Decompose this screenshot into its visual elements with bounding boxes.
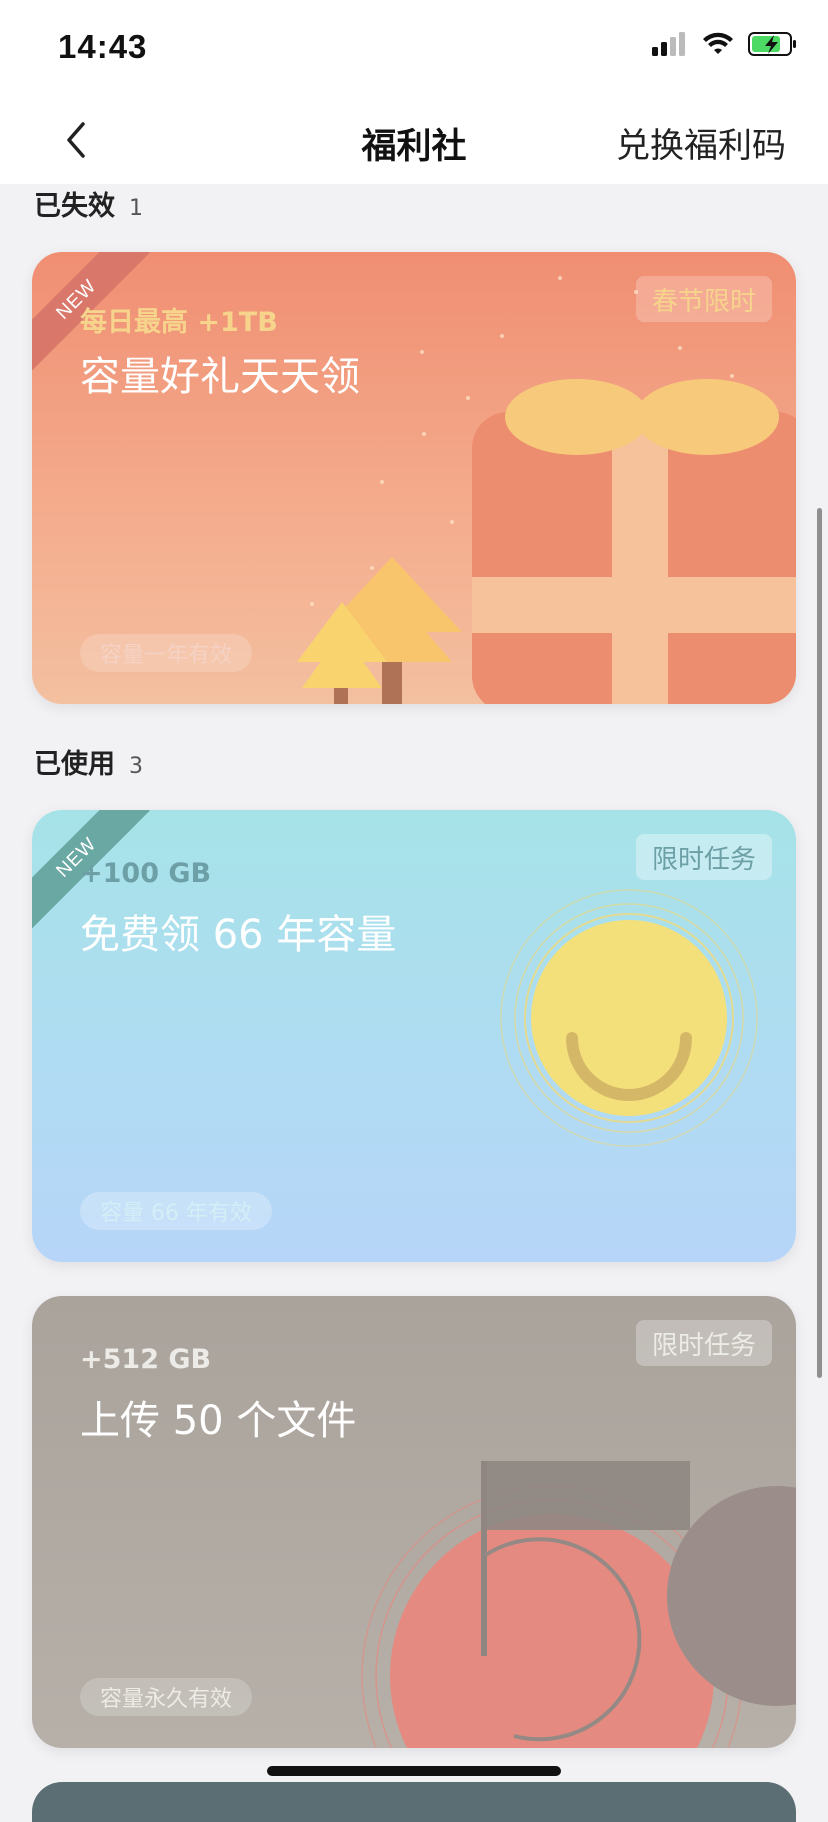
status-icons (652, 32, 798, 60)
welfare-card-daily-gift[interactable]: NEW 春节限时 每日最高 +1TB 容量好礼天天领 容量一年有效 (32, 252, 796, 704)
welfare-card-66-years[interactable]: NEW 限时任务 +100 GB 免费领 66 年容量 容量 66 年有效 (32, 810, 796, 1262)
wifi-icon (702, 32, 734, 60)
navigation-bar: 福利社 兑换福利码 (0, 96, 828, 184)
section-count: 1 (129, 196, 143, 221)
card-badge: 限时任务 (635, 1320, 772, 1366)
section-count: 3 (129, 754, 143, 779)
card-title: 容量好礼天天领 (80, 354, 360, 400)
status-bar: 14:43 (0, 0, 828, 96)
card-title: 上传 50 个文件 (80, 1398, 357, 1444)
card-badge: 限时任务 (635, 834, 772, 880)
status-time: 14:43 (58, 28, 148, 65)
card-badge: 春节限时 (635, 276, 772, 322)
section-header-used: 已使用 3 (34, 742, 143, 781)
welfare-card-upload-files[interactable]: 限时任务 +512 GB 上传 50 个文件 容量永久有效 (32, 1296, 796, 1748)
section-label: 已失效 (34, 191, 115, 222)
card-validity: 容量永久有效 (80, 1678, 253, 1716)
card-validity: 容量 66 年有效 (80, 1192, 272, 1230)
home-indicator[interactable] (267, 1766, 561, 1776)
section-label: 已使用 (34, 749, 115, 780)
section-header-expired: 已失效 1 (34, 184, 143, 223)
card-validity: 容量一年有效 (80, 634, 253, 672)
card-amount: 每日最高 +1TB (80, 307, 278, 338)
card-amount: +100 GB (80, 858, 212, 889)
card-amount: +512 GB (80, 1344, 212, 1375)
battery-charging-icon (748, 32, 798, 60)
card-title: 免费领 66 年容量 (80, 912, 397, 958)
scroll-indicator[interactable] (817, 508, 822, 1378)
cellular-signal-icon (652, 32, 688, 60)
redeem-code-button[interactable]: 兑换福利码 (616, 118, 786, 167)
welfare-card-partial[interactable] (32, 1782, 796, 1822)
